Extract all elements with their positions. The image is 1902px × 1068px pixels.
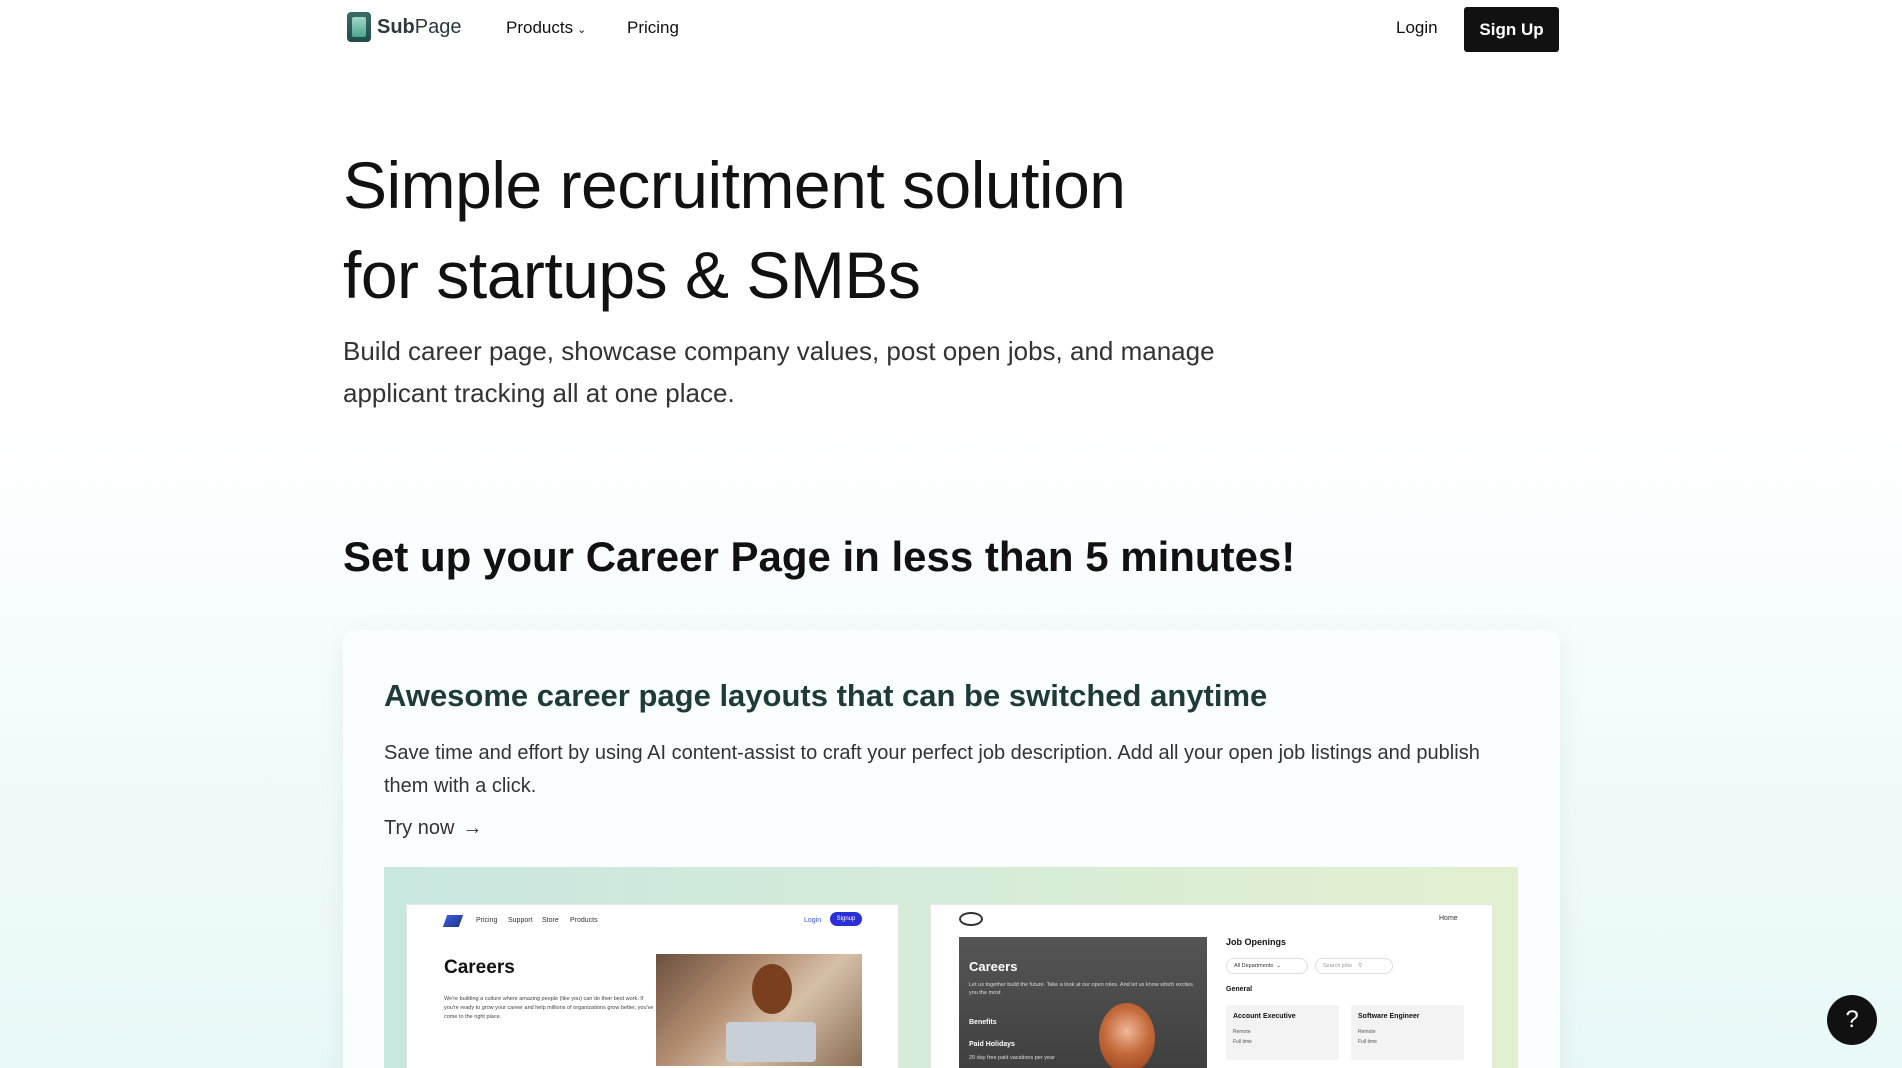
mock-home: Home	[1439, 915, 1458, 922]
arrow-right-icon: →	[462, 817, 483, 839]
mock-nav-item: Products	[570, 917, 598, 924]
card-title: Awesome career page layouts that can be …	[384, 678, 1268, 713]
help-button[interactable]: ?	[1827, 995, 1877, 1045]
layout-preview-two[interactable]: Home Careers Let us together build the f…	[930, 904, 1493, 1068]
mock-nav-item: Pricing	[476, 917, 498, 924]
logo-icon	[347, 12, 371, 42]
layout-preview: Pricing Support Store Products Login Sig…	[384, 867, 1518, 1068]
mock-benefits: Benefits	[969, 1019, 997, 1026]
card-description: Save time and effort by using AI content…	[384, 742, 1480, 797]
logo[interactable]: SubPage	[347, 12, 462, 42]
login-link[interactable]: Login	[1396, 18, 1438, 38]
mock-job-openings: Job Openings	[1226, 937, 1287, 947]
hero-title-line1: Simple recruitment solution	[343, 148, 1126, 222]
chevron-down-icon: ⌄	[577, 23, 587, 36]
signup-button[interactable]: Sign Up	[1464, 7, 1559, 52]
mock-paid-holidays: Paid Holidays	[969, 1041, 1015, 1048]
mock-hero-text: Let us together build the future. Take a…	[969, 982, 1194, 996]
nav-pricing[interactable]: Pricing	[627, 18, 679, 38]
hero-subtitle: Build career page, showcase company valu…	[343, 336, 1215, 408]
mock-nav-item: Store	[542, 917, 559, 924]
mock-careers-title: Careers	[969, 959, 1018, 974]
mock-careers-title: Careers	[444, 957, 515, 978]
mock-careers-text: We're building a culture where amazing p…	[444, 996, 654, 1020]
mock-photo	[1099, 1003, 1155, 1068]
nav-products[interactable]: Products ⌄	[506, 18, 586, 38]
mock-nav-item: Support	[508, 917, 533, 924]
mock-job-card: Account Executive Remote Full time	[1226, 1005, 1339, 1060]
logo-text: SubPage	[377, 15, 462, 38]
mock-signup: Signup	[830, 912, 862, 926]
mock-hero: Careers Let us together build the future…	[959, 937, 1207, 1068]
mock-login: Login	[804, 917, 822, 924]
mock-logo-icon	[442, 915, 464, 927]
section-title: Set up your Career Page in less than 5 m…	[343, 533, 1296, 580]
mock-dept-select: All Departments ⌄	[1226, 958, 1308, 974]
mock-general: General	[1226, 986, 1253, 993]
top-nav: SubPage Products ⌄ Pricing Login Sign Up	[0, 0, 1902, 60]
nav-products-label: Products	[506, 18, 574, 37]
feature-card: Awesome career page layouts that can be …	[343, 630, 1560, 1068]
hero-title: Simple recruitment solution for startups…	[343, 140, 1243, 320]
mock-search: Search jobs ⚲	[1315, 958, 1393, 974]
try-now-label: Try now	[384, 817, 455, 839]
nav-pricing-label: Pricing	[627, 18, 679, 37]
hero-title-line2: for startups & SMBs	[343, 238, 921, 312]
mock-logo-icon	[959, 912, 983, 926]
mock-photo	[656, 954, 862, 1066]
try-now-link[interactable]: Try now →	[384, 817, 482, 840]
mock-job-card: Software Engineer Remote Full time	[1351, 1005, 1464, 1060]
mock-paid-sub: 20 day free paid vacations per year	[969, 1055, 1055, 1061]
layout-preview-one[interactable]: Pricing Support Store Products Login Sig…	[406, 904, 899, 1068]
